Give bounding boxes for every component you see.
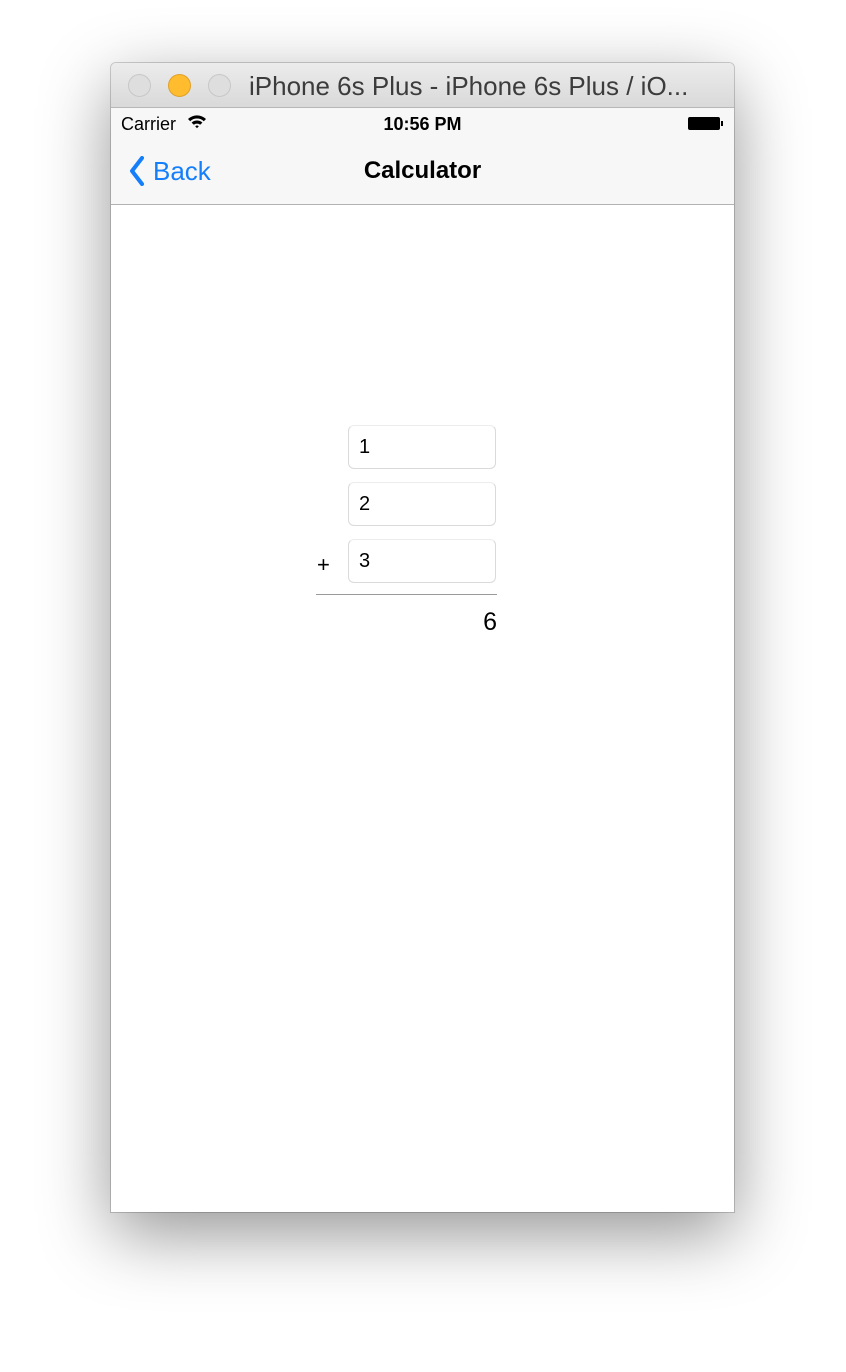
chevron-left-icon bbox=[130, 156, 144, 186]
status-bar: Carrier 10:56 PM bbox=[111, 108, 734, 138]
back-label: Back bbox=[153, 155, 211, 186]
sum-divider bbox=[316, 594, 497, 595]
status-time: 10:56 PM bbox=[383, 114, 462, 134]
back-button[interactable]: Back bbox=[129, 154, 211, 188]
window-title: iPhone 6s Plus - iPhone 6s Plus / iO... bbox=[249, 71, 689, 101]
first-addend-field[interactable] bbox=[348, 425, 496, 469]
plus-sign: + bbox=[317, 552, 330, 577]
sum-label: 6 bbox=[483, 608, 497, 636]
battery-icon bbox=[688, 117, 723, 130]
window-titlebar[interactable]: iPhone 6s Plus - iPhone 6s Plus / iO... bbox=[111, 63, 734, 108]
second-addend-field[interactable] bbox=[348, 482, 496, 526]
simulator-window: iPhone 6s Plus - iPhone 6s Plus / iO... … bbox=[111, 63, 734, 1212]
device-screen: Carrier 10:56 PM Calculator Back + bbox=[111, 108, 734, 1212]
zoom-window-button[interactable] bbox=[208, 74, 231, 97]
calculator-view: + 6 bbox=[111, 205, 734, 1212]
navigation-bar: Calculator Back bbox=[111, 138, 734, 205]
third-addend-field[interactable] bbox=[348, 539, 496, 583]
minimize-window-button[interactable] bbox=[168, 74, 191, 97]
close-window-button[interactable] bbox=[128, 74, 151, 97]
